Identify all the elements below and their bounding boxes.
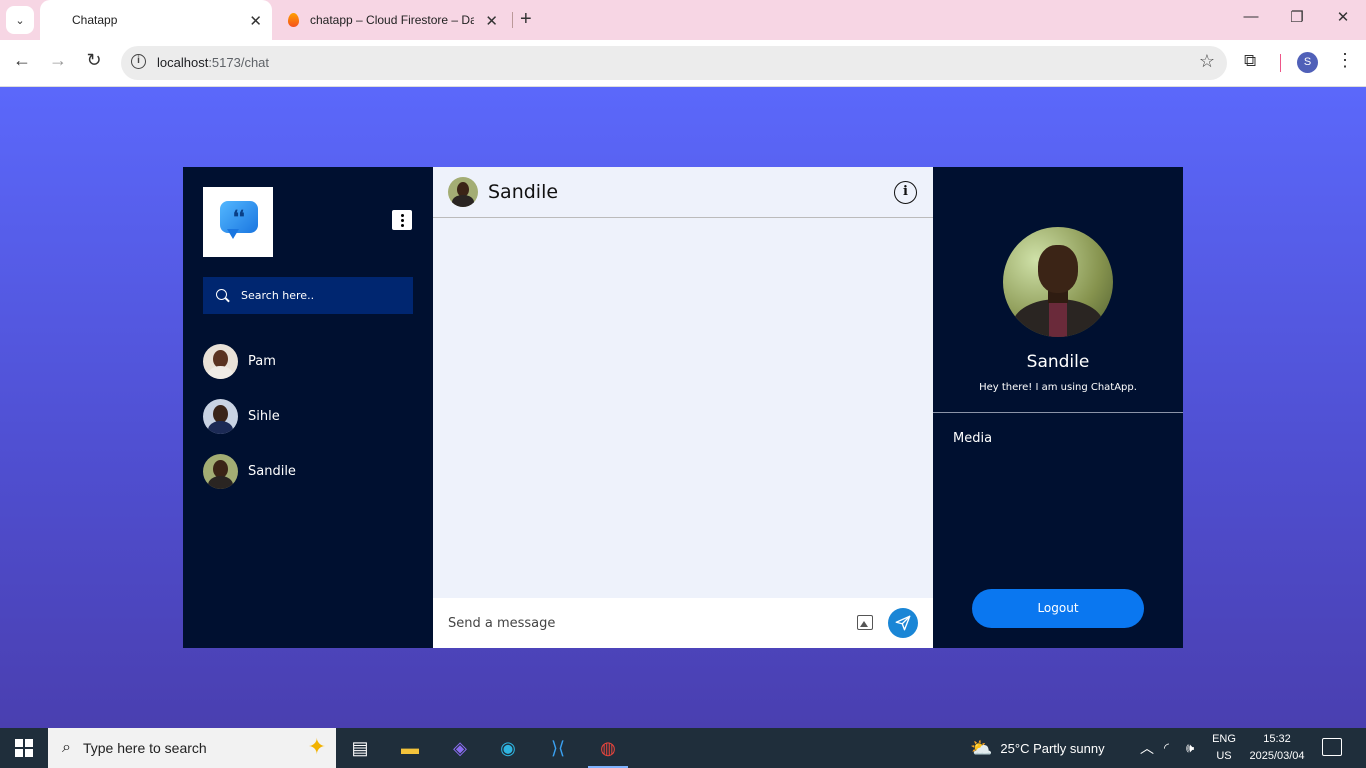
logout-button[interactable]: Logout bbox=[972, 589, 1144, 628]
taskbar: ⌕ Type here to search ✦ ▤ ▬ ◈ ◉ ⟩⟨ ◍ ⛅ 2… bbox=[0, 728, 1366, 768]
tab-search-button[interactable]: ⌄ bbox=[6, 6, 34, 34]
search-input[interactable] bbox=[241, 289, 401, 302]
contact-list: Pam Sihle Sandile bbox=[203, 343, 413, 508]
app-logo: ❛❛ bbox=[203, 187, 273, 257]
new-tab-button[interactable]: + bbox=[520, 8, 532, 31]
time: 15:32 bbox=[1263, 733, 1291, 745]
search-icon bbox=[215, 288, 231, 304]
browser-tab-strip: ⌄ Chatapp ✕ chatapp – Cloud Firestore – … bbox=[0, 0, 1366, 40]
avatar bbox=[448, 177, 478, 207]
message-composer bbox=[433, 598, 933, 648]
message-area bbox=[433, 218, 933, 598]
divider bbox=[933, 412, 1183, 413]
close-icon[interactable]: ✕ bbox=[485, 12, 498, 30]
browser-toolbar: ← → ↻ i localhost:5173/chat ☆ ⧉ S ⋮ bbox=[0, 40, 1366, 87]
partly-sunny-icon: ⛅ bbox=[970, 737, 993, 758]
address-bar[interactable]: i localhost:5173/chat ☆ bbox=[121, 46, 1227, 80]
chat-panel: Sandile i bbox=[433, 167, 933, 648]
task-view-icon[interactable]: ▤ bbox=[336, 728, 384, 768]
browser-menu-icon[interactable]: ⋮ bbox=[1336, 50, 1354, 71]
site-info-icon[interactable]: i bbox=[131, 54, 146, 69]
chrome-icon[interactable]: ◍ bbox=[584, 728, 632, 768]
date: 2025/03/04 bbox=[1249, 750, 1305, 762]
profile-name: Sandile bbox=[1026, 352, 1090, 372]
chevron-up-icon[interactable]: ︿ bbox=[1140, 728, 1154, 768]
contact-name: Sihle bbox=[248, 408, 280, 424]
taskbar-search[interactable]: ⌕ Type here to search ✦ bbox=[48, 728, 336, 768]
profile-panel: Sandile Hey there! I am using ChatApp. M… bbox=[933, 167, 1183, 648]
weather-widget[interactable]: ⛅ 25°C Partly sunny bbox=[970, 728, 1105, 768]
volume-icon[interactable]: 🕪 bbox=[1186, 728, 1194, 768]
page-background: ❛❛ Pam bbox=[0, 87, 1366, 728]
chat-title: Sandile bbox=[488, 181, 559, 203]
media-label: Media bbox=[953, 431, 993, 446]
edge-icon[interactable]: ◉ bbox=[484, 728, 532, 768]
send-button[interactable] bbox=[888, 608, 918, 638]
image-upload-icon[interactable] bbox=[857, 615, 873, 630]
lang-primary: ENG bbox=[1212, 733, 1236, 745]
tab-chatapp[interactable]: Chatapp ✕ bbox=[40, 0, 272, 40]
bookmark-star-icon[interactable]: ☆ bbox=[1199, 51, 1215, 72]
profile-bio: Hey there! I am using ChatApp. bbox=[979, 382, 1137, 393]
chat-bubble-tail bbox=[227, 229, 239, 239]
contact-name: Sandile bbox=[248, 463, 296, 479]
info-icon[interactable]: i bbox=[894, 181, 917, 204]
language-indicator[interactable]: ENG US bbox=[1206, 731, 1242, 765]
toolbar-separator bbox=[1280, 54, 1281, 72]
message-input[interactable] bbox=[448, 615, 848, 631]
reload-button[interactable]: ↻ bbox=[81, 50, 107, 71]
chat-app: ❛❛ Pam bbox=[183, 167, 1183, 648]
taskbar-search-text: Type here to search bbox=[82, 740, 207, 756]
avatar bbox=[203, 343, 238, 379]
close-window-button[interactable]: ✕ bbox=[1328, 8, 1358, 26]
tab-firestore[interactable]: chatapp – Cloud Firestore – Dat ✕ bbox=[276, 0, 508, 40]
notification-icon[interactable] bbox=[1322, 738, 1342, 756]
copilot-icon[interactable]: ◈ bbox=[436, 728, 484, 768]
tab-title: chatapp – Cloud Firestore – Dat bbox=[310, 13, 474, 27]
minimize-button[interactable]: — bbox=[1236, 8, 1266, 25]
windows-icon bbox=[15, 739, 33, 757]
sparkle-icon: ✦ bbox=[307, 734, 326, 759]
extensions-icon[interactable]: ⧉ bbox=[1244, 51, 1256, 71]
search-icon: ⌕ bbox=[62, 739, 71, 756]
vscode-icon[interactable]: ⟩⟨ bbox=[534, 728, 582, 768]
avatar bbox=[203, 453, 238, 489]
quote-icon: ❛❛ bbox=[233, 207, 245, 228]
url-path: :5173/chat bbox=[208, 55, 270, 70]
contact-item-sandile[interactable]: Sandile bbox=[203, 453, 413, 489]
profile-photo bbox=[1003, 227, 1113, 337]
restore-button[interactable]: ❐ bbox=[1282, 8, 1312, 26]
profile-avatar[interactable]: S bbox=[1297, 52, 1318, 73]
lang-secondary: US bbox=[1216, 750, 1232, 762]
url-text[interactable]: localhost:5173/chat bbox=[157, 55, 269, 70]
file-explorer-icon[interactable]: ▬ bbox=[386, 728, 434, 768]
chat-header: Sandile i bbox=[433, 167, 933, 218]
tab-title: Chatapp bbox=[72, 13, 118, 27]
url-host: localhost bbox=[157, 55, 209, 70]
start-button[interactable] bbox=[0, 728, 48, 768]
avatar bbox=[203, 398, 238, 434]
contact-item-sihle[interactable]: Sihle bbox=[203, 398, 413, 434]
contact-name: Pam bbox=[248, 353, 276, 369]
sidebar-menu-button[interactable] bbox=[392, 210, 412, 230]
back-button[interactable]: ← bbox=[9, 50, 35, 71]
left-sidebar: ❛❛ Pam bbox=[183, 167, 433, 648]
network-icon[interactable]: ◜ bbox=[1164, 728, 1169, 768]
forward-button[interactable]: → bbox=[45, 50, 71, 71]
firebase-icon bbox=[288, 13, 299, 27]
send-icon bbox=[895, 615, 911, 631]
weather-text: 25°C Partly sunny bbox=[1000, 740, 1105, 756]
contact-item-pam[interactable]: Pam bbox=[203, 343, 413, 379]
contact-search[interactable] bbox=[203, 277, 413, 314]
clock[interactable]: 15:32 2025/03/04 bbox=[1244, 731, 1310, 765]
close-icon[interactable]: ✕ bbox=[249, 12, 262, 30]
tab-separator bbox=[512, 12, 513, 28]
